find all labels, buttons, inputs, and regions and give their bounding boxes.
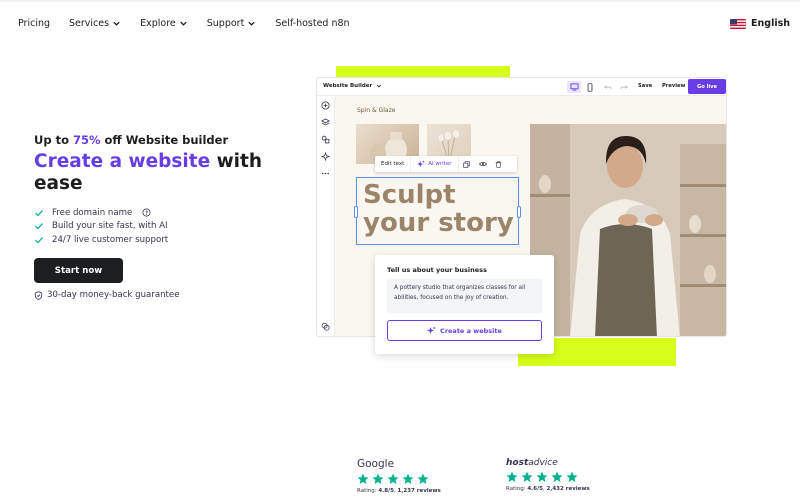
star-rating [506,471,590,483]
ai-prompt-card: Tell us about your business A pottery st… [375,255,554,354]
star-icon [417,473,429,484]
ai-sparkle-icon[interactable] [321,152,330,161]
nav-pricing[interactable]: Pricing [18,18,50,29]
builder-sidebar [317,96,335,336]
desktop-view-icon[interactable] [567,81,581,93]
ai-sparkle-icon [417,160,426,168]
duplicate-icon[interactable] [459,156,475,172]
styles-icon[interactable] [321,135,330,144]
nav-services[interactable]: Services [69,18,121,29]
guarantee-note: 30-day money-back guarantee [34,290,180,300]
chevron-down-icon [377,84,382,88]
star-icon [506,471,518,482]
create-website-button[interactable]: Create a website [387,320,542,341]
text-toolbar: Edit text AI writer [375,156,517,172]
start-now-button[interactable]: Start now [34,258,123,283]
headline-text-block[interactable]: Sculpt your story [354,177,521,245]
promo-percent: 75% [72,133,101,147]
chevron-down-icon [180,21,187,26]
top-divider [0,0,800,2]
list-item: Free domain name [34,206,168,220]
save-button[interactable]: Save [638,83,652,89]
edit-text-button[interactable]: Edit text [375,156,412,172]
card-title: Tell us about your business [387,266,487,274]
add-icon[interactable] [321,101,330,110]
resize-handle-left[interactable] [354,206,358,218]
site-headline: Sculpt your story [363,180,514,238]
resize-handle-right[interactable] [517,206,521,218]
nav-self-hosted-n8n[interactable]: Self-hosted n8n [275,18,349,29]
ai-sparkle-icon [427,326,436,335]
info-icon[interactable] [142,208,151,217]
rating-text: Rating: 4.8/5, 1,237 reviews [357,488,441,494]
star-icon [357,473,369,484]
star-icon [372,473,384,484]
redo-icon[interactable] [617,81,631,93]
star-icon [566,471,578,482]
undo-icon[interactable] [601,81,615,93]
delete-icon[interactable] [491,156,507,172]
mobile-view-icon[interactable] [583,81,597,93]
list-item: Build your site fast, with AI [34,220,168,234]
google-logo: Google [357,458,395,470]
language-selector[interactable]: English [730,18,790,29]
preview-button[interactable]: Preview [662,83,685,89]
promo-text: Up to 75% off Website builder [34,133,229,147]
shield-check-icon [34,290,43,300]
hostadvice-logo: hostadvice [506,458,558,468]
rating-text: Rating: 4.6/5, 2,432 reviews [506,486,590,492]
star-icon [402,473,414,484]
builder-menu[interactable]: Website Builder [323,83,382,89]
star-rating [357,473,441,485]
language-label: English [751,18,790,29]
page-title: Create a website with ease [34,151,263,194]
main-nav: Pricing Services Explore Support Self-ho… [18,18,350,29]
star-icon [551,471,563,482]
feature-list: Free domain name Build your site fast, w… [34,206,168,247]
potter-photo [530,124,726,336]
us-flag-icon [730,18,747,29]
nav-explore[interactable]: Explore [140,18,188,29]
builder-topbar: Website Builder Save Preview Go live [317,78,726,96]
nav-support[interactable]: Support [207,18,257,29]
chevron-down-icon [113,21,120,26]
star-icon [521,471,533,482]
site-brand: Spin & Glaze [357,107,396,114]
list-item: 24/7 live customer support [34,233,168,247]
help-icon[interactable] [321,322,330,331]
hostadvice-review: hostadvice Rating: 4.6/5, 2,432 reviews [506,458,590,492]
visibility-icon[interactable] [475,156,491,172]
layers-icon[interactable] [321,118,330,127]
check-icon [35,236,43,244]
ai-writer-button[interactable]: AI writer [411,156,459,172]
star-icon [387,473,399,484]
chevron-down-icon [248,21,255,26]
google-review: Google Rating: 4.8/5, 1,237 reviews [357,458,441,494]
check-icon [35,209,43,217]
go-live-button[interactable]: Go live [688,79,726,94]
more-icon[interactable] [321,169,330,178]
check-icon [35,223,43,230]
business-description-input[interactable]: A pottery studio that organizes classes … [387,279,542,313]
star-icon [536,471,548,482]
